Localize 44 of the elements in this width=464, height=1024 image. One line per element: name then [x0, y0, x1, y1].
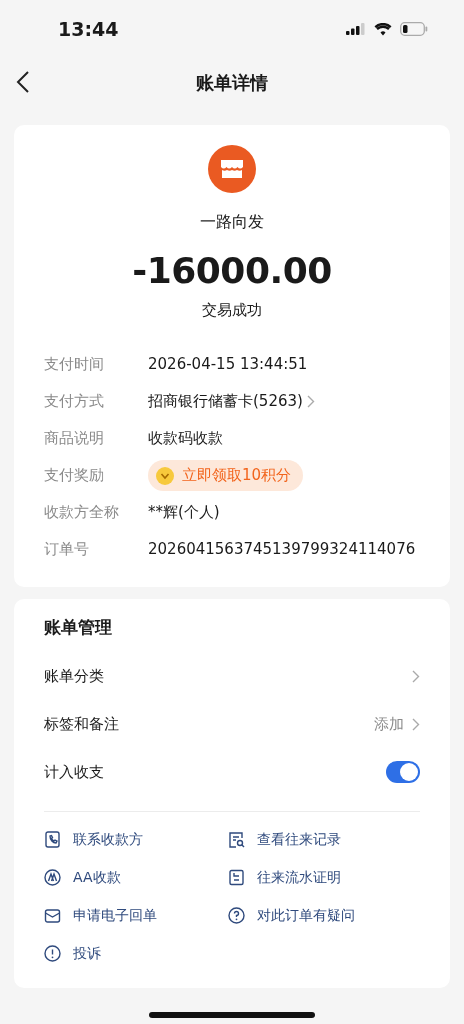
coin-icon — [156, 466, 174, 485]
detail-value: 2026-04-15 13:44:51 — [148, 354, 308, 376]
signal-icon — [346, 23, 366, 35]
document-search-icon — [228, 830, 245, 848]
chevron-right-icon — [412, 669, 420, 683]
detail-value: **辉(个人) — [148, 502, 220, 524]
detail-label: 支付方式 — [44, 391, 105, 413]
mail-icon — [44, 906, 61, 924]
settings-row[interactable]: 账单分类 — [44, 652, 420, 700]
detail-label: 支付奖励 — [44, 465, 105, 487]
merchant-name: 一路向发 — [200, 211, 264, 233]
toggle-label: 计入收支 — [44, 761, 104, 783]
action-link[interactable]: 查看往来记录 — [228, 820, 420, 858]
split-icon — [44, 868, 61, 886]
battery-icon — [400, 22, 428, 36]
shop-icon — [208, 145, 256, 193]
amount: -16000.00 — [132, 249, 332, 293]
payment-method-link[interactable]: 招商银行储蓄卡(5263) — [148, 390, 315, 413]
detail-value: 收款码收款 — [148, 428, 223, 450]
status-time: 13:44 — [58, 16, 119, 42]
wifi-icon — [374, 22, 392, 36]
section-title: 账单管理 — [44, 616, 113, 639]
detail-label: 支付时间 — [44, 354, 105, 376]
phone-icon — [44, 830, 61, 848]
page-title: 账单详情 — [196, 70, 268, 95]
certificate-icon — [228, 868, 245, 886]
action-link[interactable]: 往来流水证明 — [228, 858, 420, 896]
chevron-right-icon — [306, 395, 315, 408]
detail-label: 订单号 — [44, 539, 90, 561]
transaction-status: 交易成功 — [202, 300, 262, 321]
action-link[interactable]: 申请电子回单 — [44, 896, 228, 934]
back-button[interactable] — [16, 70, 30, 94]
chevron-right-icon — [412, 717, 420, 731]
detail-value: 2026041563745139799324114076 — [148, 539, 416, 561]
action-link[interactable]: 投诉 — [44, 934, 228, 972]
action-link[interactable]: 联系收款方 — [44, 820, 228, 858]
detail-label: 商品说明 — [44, 428, 105, 450]
alert-icon — [44, 944, 61, 962]
action-link[interactable]: 对此订单有疑问 — [228, 896, 420, 934]
action-link[interactable]: AA收款 — [44, 858, 228, 896]
toggle-switch[interactable] — [386, 761, 420, 783]
help-icon — [228, 906, 245, 924]
detail-label: 收款方全称 — [44, 502, 120, 524]
settings-row[interactable]: 标签和备注 添加 — [44, 700, 420, 748]
